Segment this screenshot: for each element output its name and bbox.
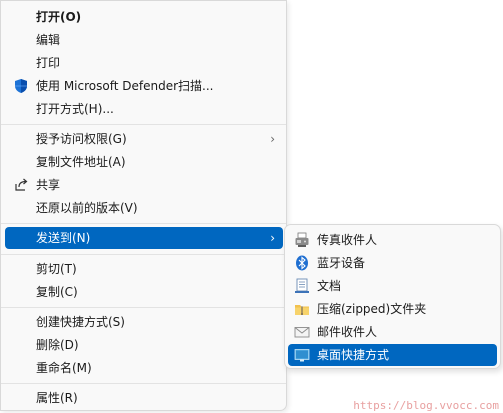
menu-item-print[interactable]: 打印 xyxy=(5,52,283,74)
menu-item-restore-versions[interactable]: 还原以前的版本(V) xyxy=(5,197,283,219)
menu-item-label: 授予访问权限(G) xyxy=(36,132,127,146)
menu-item-open[interactable]: 打开(O) xyxy=(5,6,283,28)
watermark-text: https://blog.vvocc.com xyxy=(353,399,499,412)
menu-item-copy-path[interactable]: 复制文件地址(A) xyxy=(5,151,283,173)
desktop-icon xyxy=(294,349,310,362)
submenu-item-label: 文档 xyxy=(317,279,342,293)
screen: 打开(O) 编辑 打印 使用 Microsoft Defender扫描... 打… xyxy=(0,0,503,413)
menu-item-defender-scan[interactable]: 使用 Microsoft Defender扫描... xyxy=(5,75,283,97)
submenu-item-label: 压缩(zipped)文件夹 xyxy=(317,302,427,316)
menu-item-label: 属性(R) xyxy=(36,391,78,405)
bluetooth-icon xyxy=(296,255,308,271)
menu-separator xyxy=(1,124,286,125)
context-menu: 打开(O) 编辑 打印 使用 Microsoft Defender扫描... 打… xyxy=(0,0,287,411)
menu-separator xyxy=(1,223,286,224)
menu-item-label: 发送到(N) xyxy=(36,231,91,245)
menu-item-label: 删除(D) xyxy=(36,338,79,352)
defender-shield-icon xyxy=(15,79,27,93)
menu-separator xyxy=(1,383,286,384)
menu-item-label: 重命名(M) xyxy=(36,361,92,375)
menu-item-edit[interactable]: 编辑 xyxy=(5,29,283,51)
menu-separator xyxy=(1,254,286,255)
menu-item-label: 打印 xyxy=(36,56,61,70)
menu-item-delete[interactable]: 删除(D) xyxy=(5,334,283,356)
menu-item-rename[interactable]: 重命名(M) xyxy=(5,357,283,379)
menu-item-label: 使用 Microsoft Defender扫描... xyxy=(36,79,214,93)
submenu-item-desktop-shortcut[interactable]: 桌面快捷方式 xyxy=(288,344,497,366)
menu-item-label: 打开方式(H)... xyxy=(36,102,114,116)
submenu-item-label: 邮件收件人 xyxy=(317,325,378,339)
menu-item-label: 复制(C) xyxy=(36,285,78,299)
submenu-item-zip-folder[interactable]: 压缩(zipped)文件夹 xyxy=(288,298,497,320)
fax-icon xyxy=(295,232,309,247)
submenu-item-bluetooth-device[interactable]: 蓝牙设备 xyxy=(288,252,497,274)
menu-item-give-access[interactable]: 授予访问权限(G) › xyxy=(5,128,283,150)
menu-item-cut[interactable]: 剪切(T) xyxy=(5,258,283,280)
menu-item-label: 共享 xyxy=(36,178,61,192)
menu-item-label: 剪切(T) xyxy=(36,262,77,276)
submenu-item-documents[interactable]: 文档 xyxy=(288,275,497,297)
chevron-right-icon: › xyxy=(270,132,275,146)
submenu-item-fax-recipient[interactable]: 传真收件人 xyxy=(288,229,497,251)
submenu-item-mail-recipient[interactable]: 邮件收件人 xyxy=(288,321,497,343)
menu-item-properties[interactable]: 属性(R) xyxy=(5,387,283,409)
menu-item-label: 还原以前的版本(V) xyxy=(36,201,138,215)
menu-item-open-with[interactable]: 打开方式(H)... xyxy=(5,98,283,120)
submenu-item-label: 传真收件人 xyxy=(317,233,378,247)
submenu-item-label: 桌面快捷方式 xyxy=(317,348,390,362)
menu-item-label: 打开(O) xyxy=(36,10,82,24)
send-to-submenu: 传真收件人 蓝牙设备 文档 压缩(zipped)文件夹 邮件收件人 桌面快捷方式 xyxy=(284,224,501,369)
menu-item-create-shortcut[interactable]: 创建快捷方式(S) xyxy=(5,311,283,333)
document-icon xyxy=(295,278,309,293)
mail-icon xyxy=(294,327,310,338)
menu-item-label: 复制文件地址(A) xyxy=(36,155,126,169)
menu-item-label: 创建快捷方式(S) xyxy=(36,315,125,329)
menu-item-share[interactable]: 共享 xyxy=(5,174,283,196)
zip-folder-icon xyxy=(295,305,309,315)
chevron-right-icon: › xyxy=(270,231,275,245)
submenu-item-label: 蓝牙设备 xyxy=(317,256,366,270)
menu-separator xyxy=(1,307,286,308)
menu-item-label: 编辑 xyxy=(36,33,61,47)
menu-item-copy[interactable]: 复制(C) xyxy=(5,281,283,303)
menu-item-send-to[interactable]: 发送到(N) › xyxy=(5,227,283,249)
share-icon xyxy=(15,178,28,191)
